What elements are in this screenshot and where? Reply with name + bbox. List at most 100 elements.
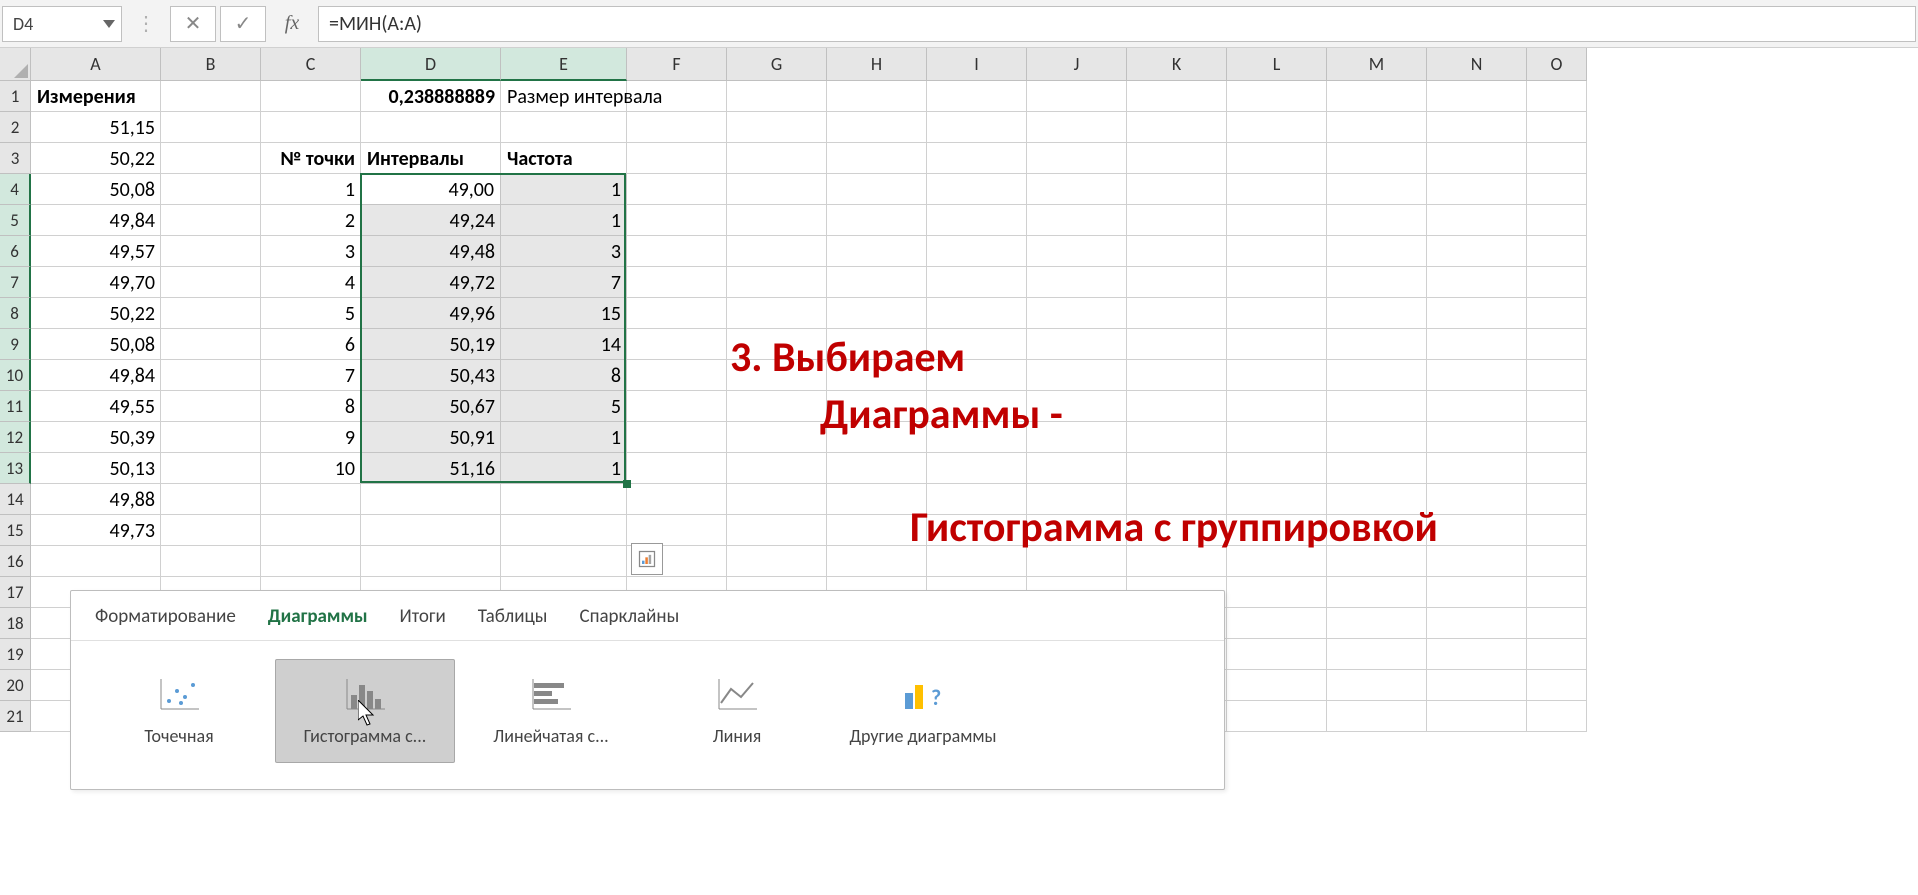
row-header-10[interactable]: 10 <box>0 360 31 391</box>
cell-F9[interactable] <box>627 329 727 360</box>
chart-option-bar[interactable]: Гистограмма с... <box>275 659 455 763</box>
cell-H6[interactable] <box>827 236 927 267</box>
cell-J8[interactable] <box>1027 298 1127 329</box>
cell-G5[interactable] <box>727 205 827 236</box>
cell-M7[interactable] <box>1327 267 1427 298</box>
cell-B8[interactable] <box>161 298 261 329</box>
cell-B1[interactable] <box>161 81 261 112</box>
cell-B4[interactable] <box>161 174 261 205</box>
cell-A12[interactable] <box>31 422 161 453</box>
cell-B14[interactable] <box>161 484 261 515</box>
cell-G1[interactable] <box>727 81 827 112</box>
cell-E15[interactable] <box>501 515 627 546</box>
row-header-20[interactable]: 20 <box>0 670 31 701</box>
cell-J1[interactable] <box>1027 81 1127 112</box>
row-header-15[interactable]: 15 <box>0 515 31 546</box>
cell-I7[interactable] <box>927 267 1027 298</box>
cell-D16[interactable] <box>361 546 501 577</box>
cell-C7[interactable] <box>261 267 361 298</box>
cell-I5[interactable] <box>927 205 1027 236</box>
cell-F4[interactable] <box>627 174 727 205</box>
column-header-F[interactable]: F <box>627 48 727 81</box>
cell-K6[interactable] <box>1127 236 1227 267</box>
cell-M8[interactable] <box>1327 298 1427 329</box>
row-header-18[interactable]: 18 <box>0 608 31 639</box>
cell-O7[interactable] <box>1527 267 1587 298</box>
cell-B9[interactable] <box>161 329 261 360</box>
row-header-5[interactable]: 5 <box>0 205 31 236</box>
cell-K2[interactable] <box>1127 112 1227 143</box>
cell-E1[interactable] <box>501 81 627 112</box>
cell-C13[interactable] <box>261 453 361 484</box>
row-header-13[interactable]: 13 <box>0 453 31 484</box>
cell-F1[interactable] <box>627 81 727 112</box>
cell-I1[interactable] <box>927 81 1027 112</box>
cell-K4[interactable] <box>1127 174 1227 205</box>
cell-J7[interactable] <box>1027 267 1127 298</box>
cell-L17[interactable] <box>1227 577 1327 608</box>
cell-B10[interactable] <box>161 360 261 391</box>
cell-B6[interactable] <box>161 236 261 267</box>
cell-G3[interactable] <box>727 143 827 174</box>
cell-L2[interactable] <box>1227 112 1327 143</box>
cell-I4[interactable] <box>927 174 1027 205</box>
popup-tab-0[interactable]: Форматирование <box>93 601 238 636</box>
cell-D13[interactable] <box>361 453 501 484</box>
cell-C14[interactable] <box>261 484 361 515</box>
cell-D5[interactable] <box>361 205 501 236</box>
cell-E7[interactable] <box>501 267 627 298</box>
cell-M5[interactable] <box>1327 205 1427 236</box>
cell-M21[interactable] <box>1327 701 1427 732</box>
cell-H1[interactable] <box>827 81 927 112</box>
cell-F12[interactable] <box>627 422 727 453</box>
cell-N5[interactable] <box>1427 205 1527 236</box>
cell-N18[interactable] <box>1427 608 1527 639</box>
column-header-B[interactable]: B <box>161 48 261 81</box>
cell-F7[interactable] <box>627 267 727 298</box>
cell-I8[interactable] <box>927 298 1027 329</box>
cell-N11[interactable] <box>1427 391 1527 422</box>
cell-D3[interactable] <box>361 143 501 174</box>
cell-K8[interactable] <box>1127 298 1227 329</box>
cell-M6[interactable] <box>1327 236 1427 267</box>
cell-D4[interactable] <box>361 174 501 205</box>
cell-O14[interactable] <box>1527 484 1587 515</box>
cell-F14[interactable] <box>627 484 727 515</box>
cell-M1[interactable] <box>1327 81 1427 112</box>
cell-H3[interactable] <box>827 143 927 174</box>
cell-L21[interactable] <box>1227 701 1327 732</box>
cell-D10[interactable] <box>361 360 501 391</box>
cell-F2[interactable] <box>627 112 727 143</box>
cell-O3[interactable] <box>1527 143 1587 174</box>
cell-C4[interactable] <box>261 174 361 205</box>
cell-H4[interactable] <box>827 174 927 205</box>
cell-B11[interactable] <box>161 391 261 422</box>
cancel-formula-button[interactable]: ✕ <box>170 6 216 42</box>
cell-L7[interactable] <box>1227 267 1327 298</box>
cell-C10[interactable] <box>261 360 361 391</box>
row-header-2[interactable]: 2 <box>0 112 31 143</box>
cell-O19[interactable] <box>1527 639 1587 670</box>
cell-N12[interactable] <box>1427 422 1527 453</box>
cell-K3[interactable] <box>1127 143 1227 174</box>
cell-O2[interactable] <box>1527 112 1587 143</box>
row-header-8[interactable]: 8 <box>0 298 31 329</box>
column-header-K[interactable]: K <box>1127 48 1227 81</box>
column-header-M[interactable]: M <box>1327 48 1427 81</box>
cell-E6[interactable] <box>501 236 627 267</box>
chart-option-hbar[interactable]: Линейчатая с... <box>461 659 641 763</box>
cell-N4[interactable] <box>1427 174 1527 205</box>
cell-L1[interactable] <box>1227 81 1327 112</box>
formula-input[interactable]: =МИН(A:A) <box>318 6 1916 42</box>
cell-A3[interactable] <box>31 143 161 174</box>
cell-N8[interactable] <box>1427 298 1527 329</box>
cell-B15[interactable] <box>161 515 261 546</box>
cell-N7[interactable] <box>1427 267 1527 298</box>
row-header-9[interactable]: 9 <box>0 329 31 360</box>
cell-A11[interactable] <box>31 391 161 422</box>
cell-C3[interactable] <box>261 143 361 174</box>
cell-O18[interactable] <box>1527 608 1587 639</box>
cell-O4[interactable] <box>1527 174 1587 205</box>
cell-F11[interactable] <box>627 391 727 422</box>
cell-A4[interactable] <box>31 174 161 205</box>
